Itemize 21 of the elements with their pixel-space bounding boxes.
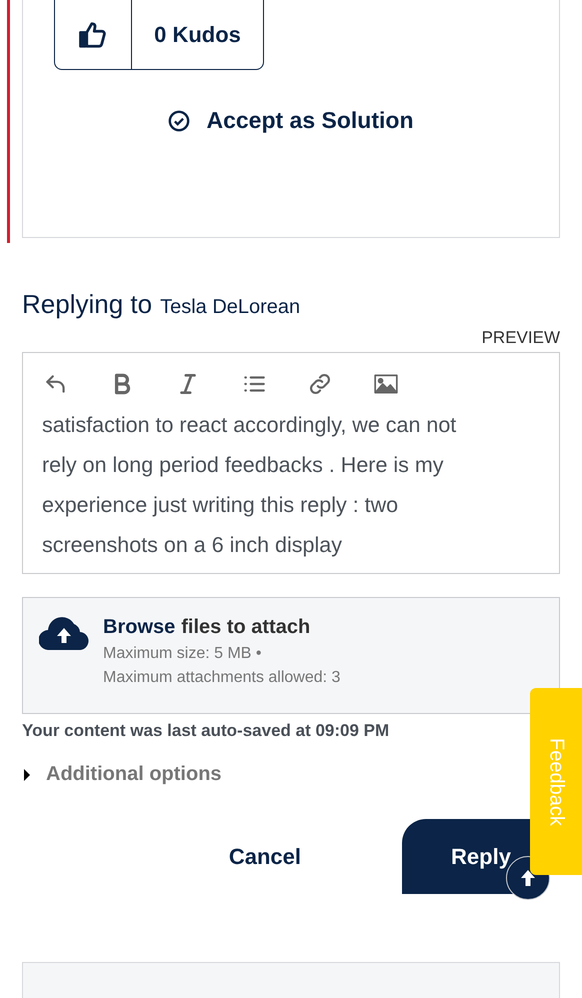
arrow-up-icon bbox=[520, 869, 536, 887]
check-circle-icon bbox=[168, 110, 190, 132]
attachment-limit: Maximum attachments allowed: 3 bbox=[103, 669, 340, 687]
recipient-name: Tesla DeLorean bbox=[160, 296, 300, 319]
kudos-count: 0 Kudos bbox=[153, 20, 242, 48]
link-button[interactable] bbox=[307, 371, 333, 397]
attachment-limit: Maximum size: 5 MB • bbox=[103, 645, 263, 663]
browse-link[interactable]: Browse bbox=[103, 616, 176, 639]
reply-button[interactable]: Reply bbox=[402, 819, 530, 894]
autosave-note: Your content was last auto-saved at 09:09 PM bbox=[22, 721, 390, 741]
reply-text: satisfaction to react accordingly, we can not rely on long period feedbacks . Here is my experience just writing this reply : two screenshots on a 6 inch display bbox=[42, 412, 458, 559]
editor-field[interactable]: satisfaction to react accordingly, we can not rely on long period feedbacks . Here is my experience just writing this reply : two screenshots on a 6 inch display bbox=[22, 352, 560, 574]
accept-solution-button[interactable]: Accept as Solution bbox=[162, 106, 420, 135]
additional-options-toggle[interactable]: Additional options bbox=[22, 763, 222, 786]
reply-heading: Replying to bbox=[22, 289, 152, 320]
cloud-upload-icon bbox=[39, 616, 89, 650]
thumbs-up-icon bbox=[78, 20, 108, 50]
preview-tab[interactable]: PREVIEW bbox=[482, 328, 560, 348]
attach-label: files to attach bbox=[181, 616, 310, 639]
cancel-button[interactable]: Cancel bbox=[222, 842, 307, 870]
caret-icon bbox=[22, 768, 32, 782]
